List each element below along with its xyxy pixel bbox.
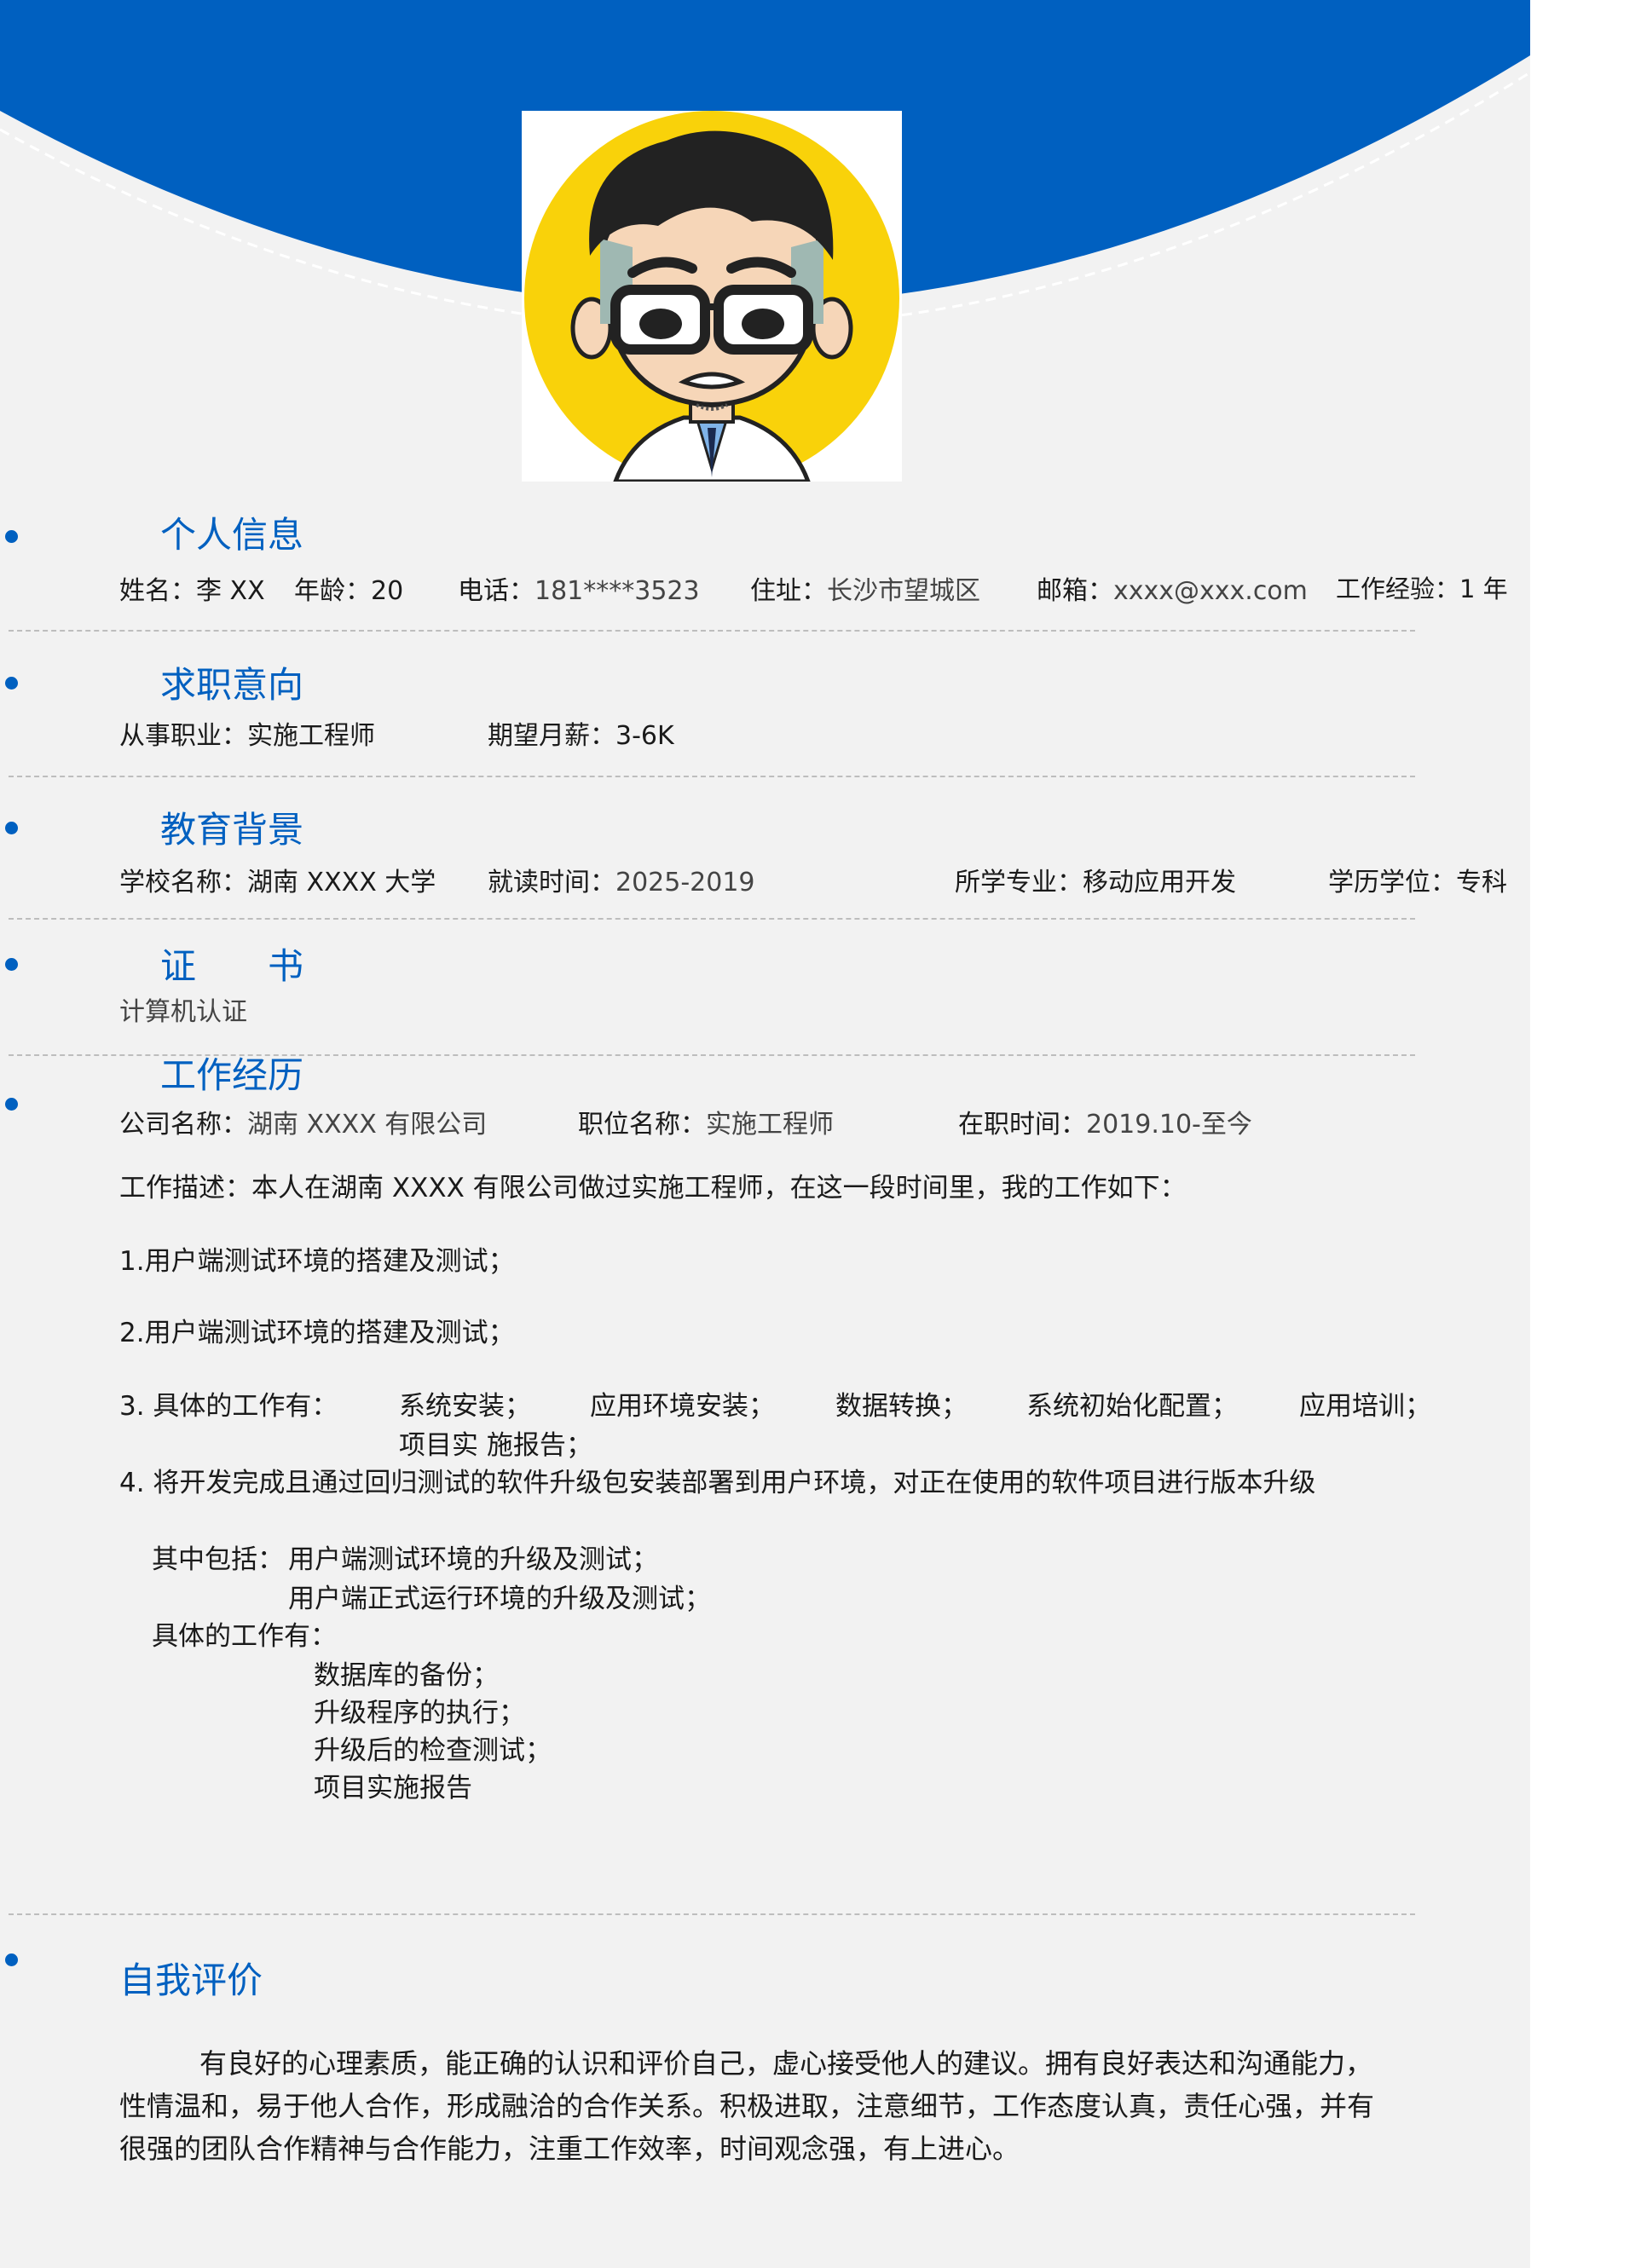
address-value: 长沙市望城区: [827, 576, 980, 606]
school-field: 学校名称：湖南 XXXX 大学: [119, 868, 436, 897]
age-field: 年龄：20: [294, 576, 404, 606]
address-label: 住址：: [750, 576, 827, 606]
work-item-2: 2.用户端测试环境的搭建及测试；: [119, 1318, 515, 1348]
position-label: 职位名称：: [578, 1110, 706, 1140]
position-value: 实施工程师: [706, 1110, 834, 1140]
company-value: 湖南 XXXX 有限公司: [247, 1110, 488, 1140]
work-task: 系统安装；: [399, 1391, 531, 1422]
avatar-photo: [522, 111, 902, 486]
position-field: 职位名称：实施工程师: [578, 1103, 834, 1140]
period-label: 就读时间：: [488, 868, 615, 897]
phone-field: 电话：181****3523: [458, 569, 700, 607]
section-bullet: [5, 1098, 18, 1111]
section-divider: [9, 776, 1415, 777]
period-value: 2025-2019: [615, 868, 755, 897]
work-item-4: 4. 将开发完成且通过回归测试的软件升级包安装部署到用户环境，对正在使用的软件项…: [119, 1468, 1316, 1498]
includes-item: 用户端测试环境的升级及测试；: [288, 1544, 658, 1575]
section-bullet: [5, 530, 18, 543]
section-heading-intent: 求职意向: [160, 664, 304, 706]
section-divider: [9, 630, 1415, 632]
phone-value: 181****3523: [534, 576, 700, 606]
salary-field: 期望月薪：3-6K: [488, 721, 674, 751]
task-item: 数据库的备份；: [314, 1660, 499, 1691]
name-field: 姓名：李 XX: [119, 576, 265, 606]
tenure-value: 2019.10-至今: [1086, 1110, 1252, 1140]
company-label: 公司名称：: [119, 1110, 247, 1140]
work-item-1: 1.用户端测试环境的搭建及测试；: [119, 1246, 515, 1277]
work-task: 数据转换；: [835, 1391, 968, 1422]
task-item: 升级后的检查测试；: [314, 1735, 552, 1766]
tasks-label: 具体的工作有：: [152, 1621, 337, 1652]
work-item-3-label: 3. 具体的工作有：: [119, 1391, 338, 1422]
section-bullet: [5, 958, 18, 971]
section-bullet: [5, 1953, 18, 1966]
includes-item: 用户端正式运行环境的升级及测试；: [288, 1584, 711, 1614]
section-heading-certificate: 证 书: [160, 945, 304, 987]
task-item: 项目实施报告: [314, 1773, 472, 1803]
tenure-field: 在职时间：2019.10-至今: [958, 1103, 1252, 1140]
section-divider: [9, 918, 1415, 920]
section-heading-personal: 个人信息: [160, 514, 304, 556]
email-field: 邮箱：xxxx@xxx.com: [1037, 569, 1308, 607]
work-description: 工作描述：本人在湖南 XXXX 有限公司做过实施工程师，在这一段时间里，我的工作…: [119, 1173, 1187, 1203]
self-eval-text: 有良好的心理素质，能正确的认识和评价自己，虚心接受他人的建议。拥有良好表达和沟通…: [119, 2047, 1375, 2165]
experience-field: 工作经验：1 年: [1336, 574, 1508, 603]
work-task: 应用环境安装；: [590, 1391, 775, 1422]
job-field: 从事职业：实施工程师: [119, 721, 375, 751]
section-heading-self-eval: 自我评价: [119, 1959, 263, 2001]
work-task: 系统初始化配置；: [1026, 1391, 1238, 1422]
task-item: 升级程序的执行；: [314, 1698, 525, 1728]
address-field: 住址：长沙市望城区: [750, 569, 980, 607]
company-field: 公司名称：湖南 XXXX 有限公司: [119, 1103, 487, 1140]
section-heading-education: 教育背景: [160, 809, 304, 851]
phone-label: 电话：: [458, 576, 534, 606]
work-task: 应用培训；: [1299, 1391, 1431, 1422]
section-divider: [9, 1913, 1415, 1915]
email-value: xxxx@xxx.com: [1113, 576, 1308, 606]
section-heading-work: 工作经历: [160, 1054, 304, 1096]
period-field: 就读时间：2025-2019: [488, 861, 755, 898]
email-label: 邮箱：: [1037, 576, 1113, 606]
section-bullet: [5, 677, 18, 690]
resume-page: 个人信息 姓名：李 XX 年龄：20 电话：181****3523 住址：长沙市…: [0, 0, 1530, 2268]
includes-label: 其中包括：: [152, 1544, 284, 1575]
section-bullet: [5, 822, 18, 834]
degree-field: 学历学位：专科: [1328, 868, 1507, 897]
tenure-label: 在职时间：: [958, 1110, 1086, 1140]
cartoon-man-avatar-icon: [524, 111, 899, 486]
major-field: 所学专业：移动应用开发: [955, 868, 1236, 897]
certificate-item: 计算机认证: [119, 997, 247, 1027]
work-task: 项目实 施报告；: [399, 1430, 592, 1461]
